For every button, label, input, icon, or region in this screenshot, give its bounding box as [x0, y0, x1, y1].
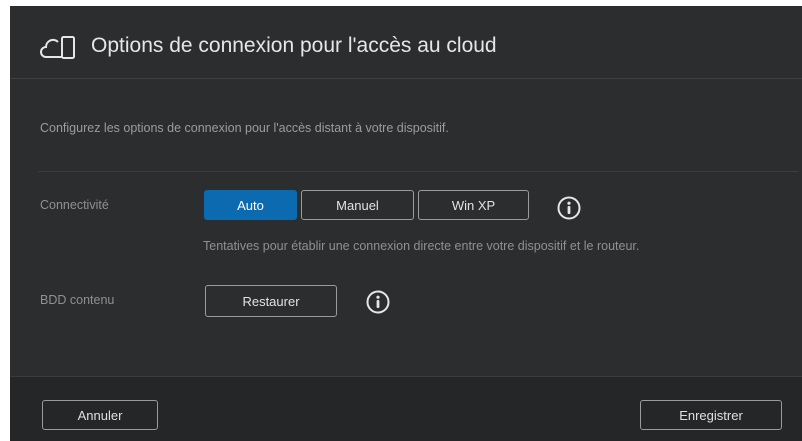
content-db-label: BDD contenu: [40, 293, 115, 307]
restore-button[interactable]: Restaurer: [205, 285, 337, 317]
content-db-info-icon[interactable]: [365, 289, 391, 315]
connectivity-hint: Tentatives pour établir une connexion di…: [203, 239, 640, 253]
connectivity-winxp-label: Win XP: [451, 197, 496, 213]
dialog-description: Configurez les options de connexion pour…: [40, 121, 449, 135]
connectivity-auto-label: Auto: [237, 197, 264, 213]
dialog-title: Options de connexion pour l'accès au clo…: [91, 34, 497, 57]
cloud-device-icon: [40, 34, 80, 60]
cloud-access-dialog: Options de connexion pour l'accès au clo…: [10, 6, 802, 441]
cancel-button[interactable]: Annuler: [42, 400, 158, 430]
save-button-label: Enregistrer: [679, 407, 743, 423]
restore-button-label: Restaurer: [242, 293, 300, 309]
cancel-button-label: Annuler: [77, 407, 123, 423]
connectivity-winxp-button[interactable]: Win XP: [418, 190, 529, 220]
connectivity-label: Connectivité: [40, 198, 109, 212]
dialog-header: Options de connexion pour l'accès au clo…: [10, 6, 802, 79]
save-button[interactable]: Enregistrer: [640, 400, 782, 430]
connectivity-manual-button[interactable]: Manuel: [301, 190, 414, 220]
section-divider: [38, 171, 798, 172]
connectivity-auto-button[interactable]: Auto: [204, 190, 297, 220]
connectivity-info-icon[interactable]: [556, 195, 582, 221]
connectivity-manual-label: Manuel: [336, 197, 379, 213]
dialog-footer: Annuler Enregistrer: [10, 376, 802, 441]
